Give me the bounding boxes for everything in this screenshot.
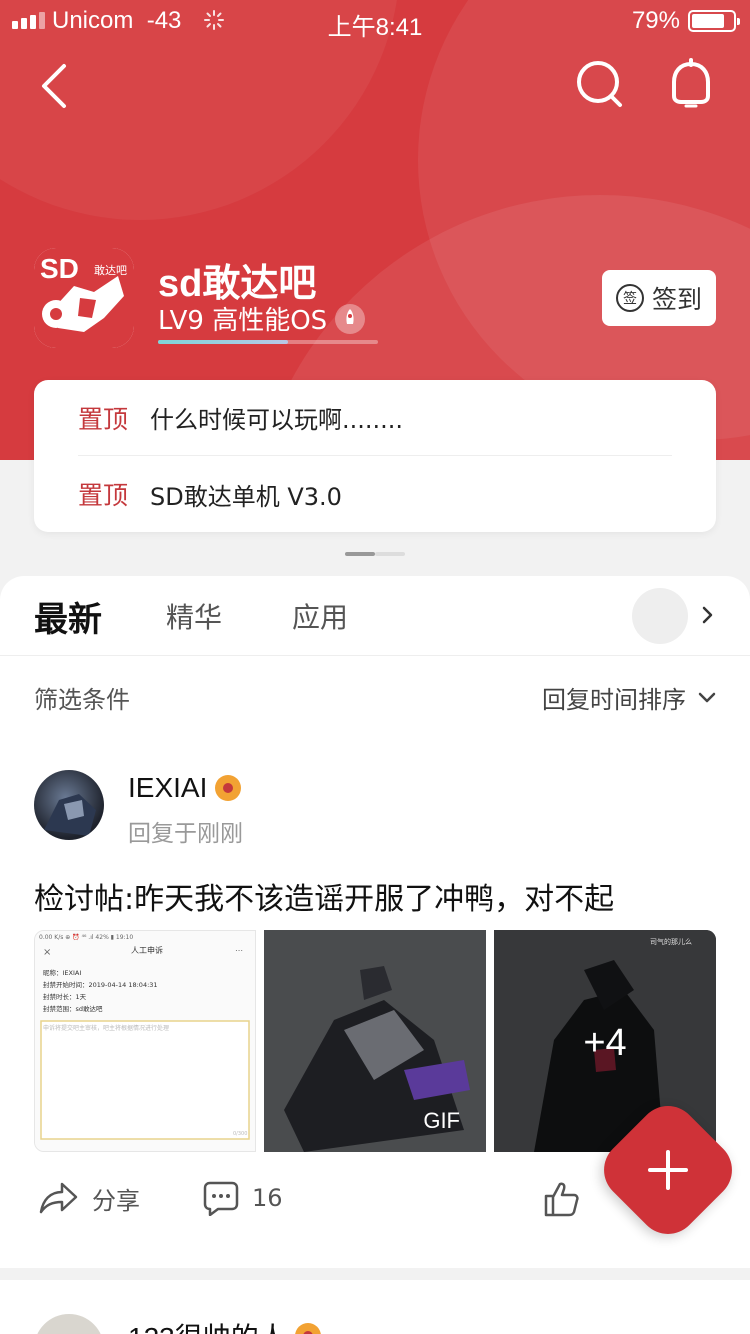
svg-text:敢达吧: 敢达吧 [94, 263, 127, 277]
gif-label: GIF [423, 1108, 460, 1133]
search-icon[interactable] [574, 58, 624, 110]
post-card[interactable]: 123很帅的人 [0, 1280, 750, 1334]
comment-count: 16 [252, 1184, 283, 1212]
svg-text:SD: SD [40, 253, 79, 284]
comment-icon [203, 1181, 239, 1216]
compose-button[interactable] [614, 1116, 722, 1224]
svg-text:昵称：IEXIAI: 昵称：IEXIAI [43, 968, 81, 977]
forum-level: LV9 高性能OS [158, 300, 366, 337]
chevron-down-icon [698, 692, 716, 702]
svg-text:申诉将提交吧主审核，吧主将根据情况进行处理: 申诉将提交吧主审核，吧主将根据情况进行处理 [43, 1024, 169, 1032]
username-text: IEXIAI [128, 772, 208, 803]
appeal-screenshot: 0.00 K/s ⊕ ⏰ ⁴⁶ .ıl 42% ▮ 19:10 × 人工申诉 ⋯… [35, 931, 255, 1151]
share-icon [39, 1182, 78, 1214]
share-label: 分享 [92, 1186, 140, 1215]
comment-button[interactable]: 16 [202, 1180, 283, 1216]
pinned-title: 什么时候可以玩啊........ [150, 406, 404, 434]
pinned-posts-card: 置顶 什么时候可以玩啊........ 置顶 SD敢达单机 V3.0 [34, 380, 716, 532]
pinned-post[interactable]: 置顶 什么时候可以玩啊........ [78, 380, 672, 456]
back-arrow-icon[interactable] [30, 58, 80, 114]
share-button[interactable]: 分享 [38, 1180, 140, 1216]
post-divider [0, 1268, 750, 1280]
svg-text:封禁时长：1天: 封禁时长：1天 [43, 992, 87, 1001]
svg-text:×: × [43, 947, 51, 958]
tab-latest[interactable]: 最新 [34, 592, 102, 641]
chevron-right-icon[interactable] [698, 602, 718, 628]
post-time: 回复于刚刚 [128, 821, 243, 847]
battery-percent: 79% [631, 7, 680, 34]
battery-icon [688, 10, 740, 32]
sort-dropdown[interactable]: 回复时间排序 [542, 680, 716, 715]
svg-text:0/300: 0/300 [233, 1131, 247, 1137]
tab-featured[interactable]: 精华 [166, 596, 222, 636]
sign-in-label: 签到 [651, 285, 702, 314]
pinned-tag: 置顶 [78, 481, 129, 510]
more-images-count: +4 [583, 1022, 627, 1064]
page-indicator [345, 552, 405, 556]
svg-text:人工申诉: 人工申诉 [131, 945, 163, 955]
pinned-post[interactable]: 置顶 SD敢达单机 V3.0 [78, 456, 672, 532]
sort-label: 回复时间排序 [542, 686, 686, 714]
post-username[interactable]: IEXIAI [128, 772, 242, 804]
filter-button[interactable]: 筛选条件 [34, 680, 130, 715]
tab-bar: 最新 精华 应用 [0, 576, 750, 656]
pinned-tag: 置顶 [78, 404, 129, 434]
level-progress-bar [158, 340, 378, 344]
svg-text:0.00 K/s ⊕ ⏰ ⁴⁶ .ıl 42% ▮ 19:1: 0.00 K/s ⊕ ⏰ ⁴⁶ .ıl 42% ▮ 19:10 [39, 933, 133, 941]
thumbs-up-icon [544, 1182, 579, 1217]
plus-icon [648, 1150, 688, 1190]
post-title[interactable]: 检讨帖:昨天我不该造谣开服了冲鸭，对不起 [34, 874, 614, 918]
status-bar: Unicom -43 上午8:41 79% [0, 0, 750, 41]
avatar[interactable] [34, 1314, 104, 1334]
avatar[interactable] [34, 770, 104, 840]
post-image-gif[interactable]: GIF [264, 930, 486, 1152]
svg-text:司气的那儿么: 司气的那儿么 [650, 937, 692, 946]
username-text: 123很帅的人 [128, 1316, 287, 1334]
level-text: LV9 高性能OS [158, 306, 328, 336]
tab-apps[interactable]: 应用 [292, 596, 348, 636]
forum-logo-icon: SD 敢达吧 [34, 248, 134, 348]
pinned-title: SD敢达单机 V3.0 [150, 482, 342, 511]
user-badge-icon [294, 1323, 321, 1334]
tab-placeholder-circle[interactable] [632, 588, 688, 644]
svg-text:⋯: ⋯ [235, 946, 243, 955]
post-image[interactable]: 0.00 K/s ⊕ ⏰ ⁴⁶ .ıl 42% ▮ 19:10 × 人工申诉 ⋯… [34, 930, 256, 1152]
forum-avatar[interactable]: SD 敢达吧 [34, 248, 134, 348]
bell-icon[interactable] [666, 58, 716, 110]
svg-text:封禁开始时间：2019-04-14 18:04:31: 封禁开始时间：2019-04-14 18:04:31 [43, 980, 158, 989]
forum-name: sd敢达吧 [158, 263, 317, 305]
svg-text:封禁范围：sd敢达吧: 封禁范围：sd敢达吧 [43, 1004, 103, 1013]
user-badge-icon [215, 775, 242, 801]
rocket-icon [335, 303, 366, 334]
sign-in-button[interactable]: 签 签到 [602, 270, 716, 326]
sign-in-icon: 签 [615, 284, 644, 312]
post-username[interactable]: 123很帅的人 [128, 1316, 321, 1334]
